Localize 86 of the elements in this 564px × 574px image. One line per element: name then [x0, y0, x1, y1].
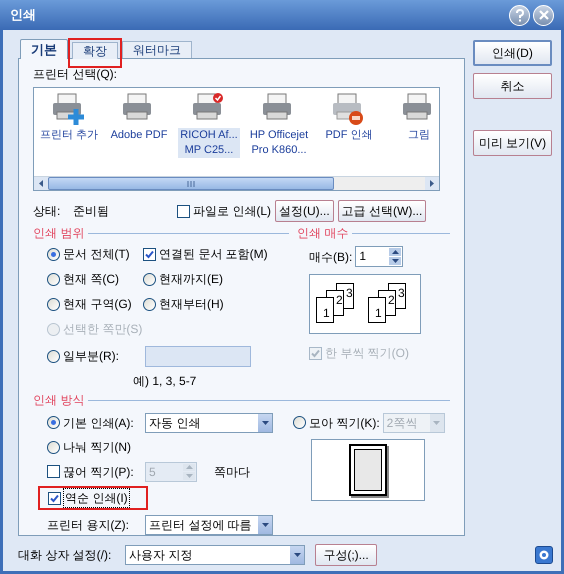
tab[interactable]: 워터마크	[122, 41, 192, 58]
radio-button[interactable]	[47, 416, 60, 429]
radio-button[interactable]	[47, 298, 60, 310]
group-title: 인쇄 방식	[33, 392, 84, 409]
option-label: 현재부터(H)	[159, 296, 224, 313]
spin-down-button[interactable]	[389, 257, 402, 265]
option-label: 나눠 찍기(N)	[63, 439, 131, 456]
checkbox[interactable]	[143, 248, 156, 260]
printer-icon	[332, 92, 366, 126]
button[interactable]: 고급 선택(W)...	[338, 200, 426, 222]
button[interactable]: 구성(;)...	[315, 544, 377, 566]
option-label: 모아 찍기(K):	[309, 414, 380, 432]
printer-item[interactable]: HP Officejet Pro K860...	[244, 92, 314, 158]
spin-up-button[interactable]	[389, 248, 402, 256]
copies-field[interactable]: 1	[355, 246, 404, 267]
page-range-field[interactable]	[145, 346, 251, 366]
dropdown-arrow-icon	[262, 522, 268, 526]
scroll-right-icon	[430, 180, 434, 187]
dropdown-arrow-icon	[294, 553, 300, 557]
printer-icon	[52, 92, 86, 126]
printer-item[interactable]: Adobe PDF	[104, 92, 174, 143]
option-label: 연결된 문서 포함(M)	[159, 246, 268, 263]
option-label: 한 부씩 찍기(O)	[325, 345, 409, 362]
option-label: 선택한 쪽만(S)	[63, 321, 142, 338]
radio-button[interactable]	[293, 416, 306, 429]
window-title: 인쇄	[10, 6, 37, 24]
close-icon	[538, 10, 548, 20]
page-number: 1	[368, 297, 386, 323]
checkbox[interactable]	[177, 204, 190, 218]
status-value: 준비됨	[73, 203, 110, 220]
radio-button[interactable]	[47, 350, 60, 362]
radio-button[interactable]	[47, 440, 60, 454]
option-label: 끊어 찍기(P):	[63, 464, 134, 480]
radio-button[interactable]	[143, 298, 156, 310]
printer-list[interactable]: 프린터 추가 Adobe PDF RICOH Af... MP C25... HP Officejet Pro K860... PDF 인쇄 그림	[33, 87, 440, 191]
option-label: 파일로 인쇄(L)	[193, 203, 271, 220]
checkbox[interactable]	[48, 492, 61, 504]
field-label: 프린터 용지(Z):	[47, 516, 130, 534]
close-button[interactable]	[533, 4, 554, 26]
option-label: 기본 인쇄(A):	[63, 414, 134, 432]
printer-name: HP Officejet	[250, 128, 308, 143]
dialog-settings-dropdown[interactable]: 사용자 지정	[125, 545, 305, 565]
option-label: 일부분(R):	[63, 348, 119, 365]
radio-button[interactable]	[143, 272, 156, 286]
suffix-label: 쪽마다	[214, 464, 250, 480]
horizontal-scrollbar[interactable]	[34, 176, 439, 190]
field-label: 매수(B):	[309, 248, 352, 266]
tab[interactable]: 기본	[20, 39, 68, 59]
field-label: 프린터 선택(Q):	[33, 66, 118, 83]
hint-text: 예) 1, 3, 5-7	[132, 373, 198, 388]
option-label: 현재까지(E)	[159, 271, 223, 288]
button[interactable]: 미리 보기(V)	[473, 130, 552, 156]
printer-name: Pro K860...	[251, 143, 307, 158]
page-number: 1	[316, 297, 334, 323]
printer-name: RICOH Af...	[180, 128, 238, 143]
printer-item[interactable]: RICOH Af... MP C25...	[174, 92, 244, 158]
button[interactable]: 취소	[473, 73, 552, 99]
dropdown-arrow-icon	[433, 420, 440, 424]
tab[interactable]: 확장	[72, 42, 118, 59]
printer-item[interactable]: PDF 인쇄	[314, 92, 384, 143]
printer-item[interactable]: 프린터 추가	[34, 92, 104, 143]
printer-name: MP C25...	[184, 143, 234, 158]
printer-item[interactable]: 그림	[384, 92, 439, 143]
help-button[interactable]	[535, 546, 553, 564]
group-title: 인쇄 매수	[297, 225, 348, 242]
dropdown-arrow-icon	[262, 420, 268, 424]
option-label: 현재 쪽(C)	[63, 271, 119, 288]
group-title: 인쇄 범위	[33, 225, 84, 242]
button[interactable]: 설정(U)...	[275, 200, 334, 222]
scroll-left-icon	[39, 180, 43, 187]
print-mode-dropdown[interactable]: 자동 인쇄	[145, 412, 273, 432]
option-label: 현재 구역(G)	[63, 296, 132, 313]
radio-button[interactable]	[47, 248, 60, 260]
field-label: 대화 상자 설정(/):	[18, 547, 112, 564]
printer-name: 그림	[408, 128, 430, 143]
printer-name: Adobe PDF	[110, 128, 168, 143]
option-label: 역순 인쇄(I)	[64, 489, 129, 507]
button[interactable]: 인쇄(D)	[473, 40, 552, 66]
option-label: 문서 전체(T)	[63, 246, 130, 263]
printer-name: PDF 인쇄	[325, 128, 373, 143]
paper-dropdown[interactable]: 프린터 설정에 따름	[145, 514, 273, 534]
grip-icon	[187, 180, 195, 186]
scrollbar-thumb[interactable]	[48, 177, 334, 190]
radio-button[interactable]	[47, 272, 60, 286]
printer-name: 프린터 추가	[40, 128, 98, 143]
status-label: 상태:	[33, 203, 62, 220]
